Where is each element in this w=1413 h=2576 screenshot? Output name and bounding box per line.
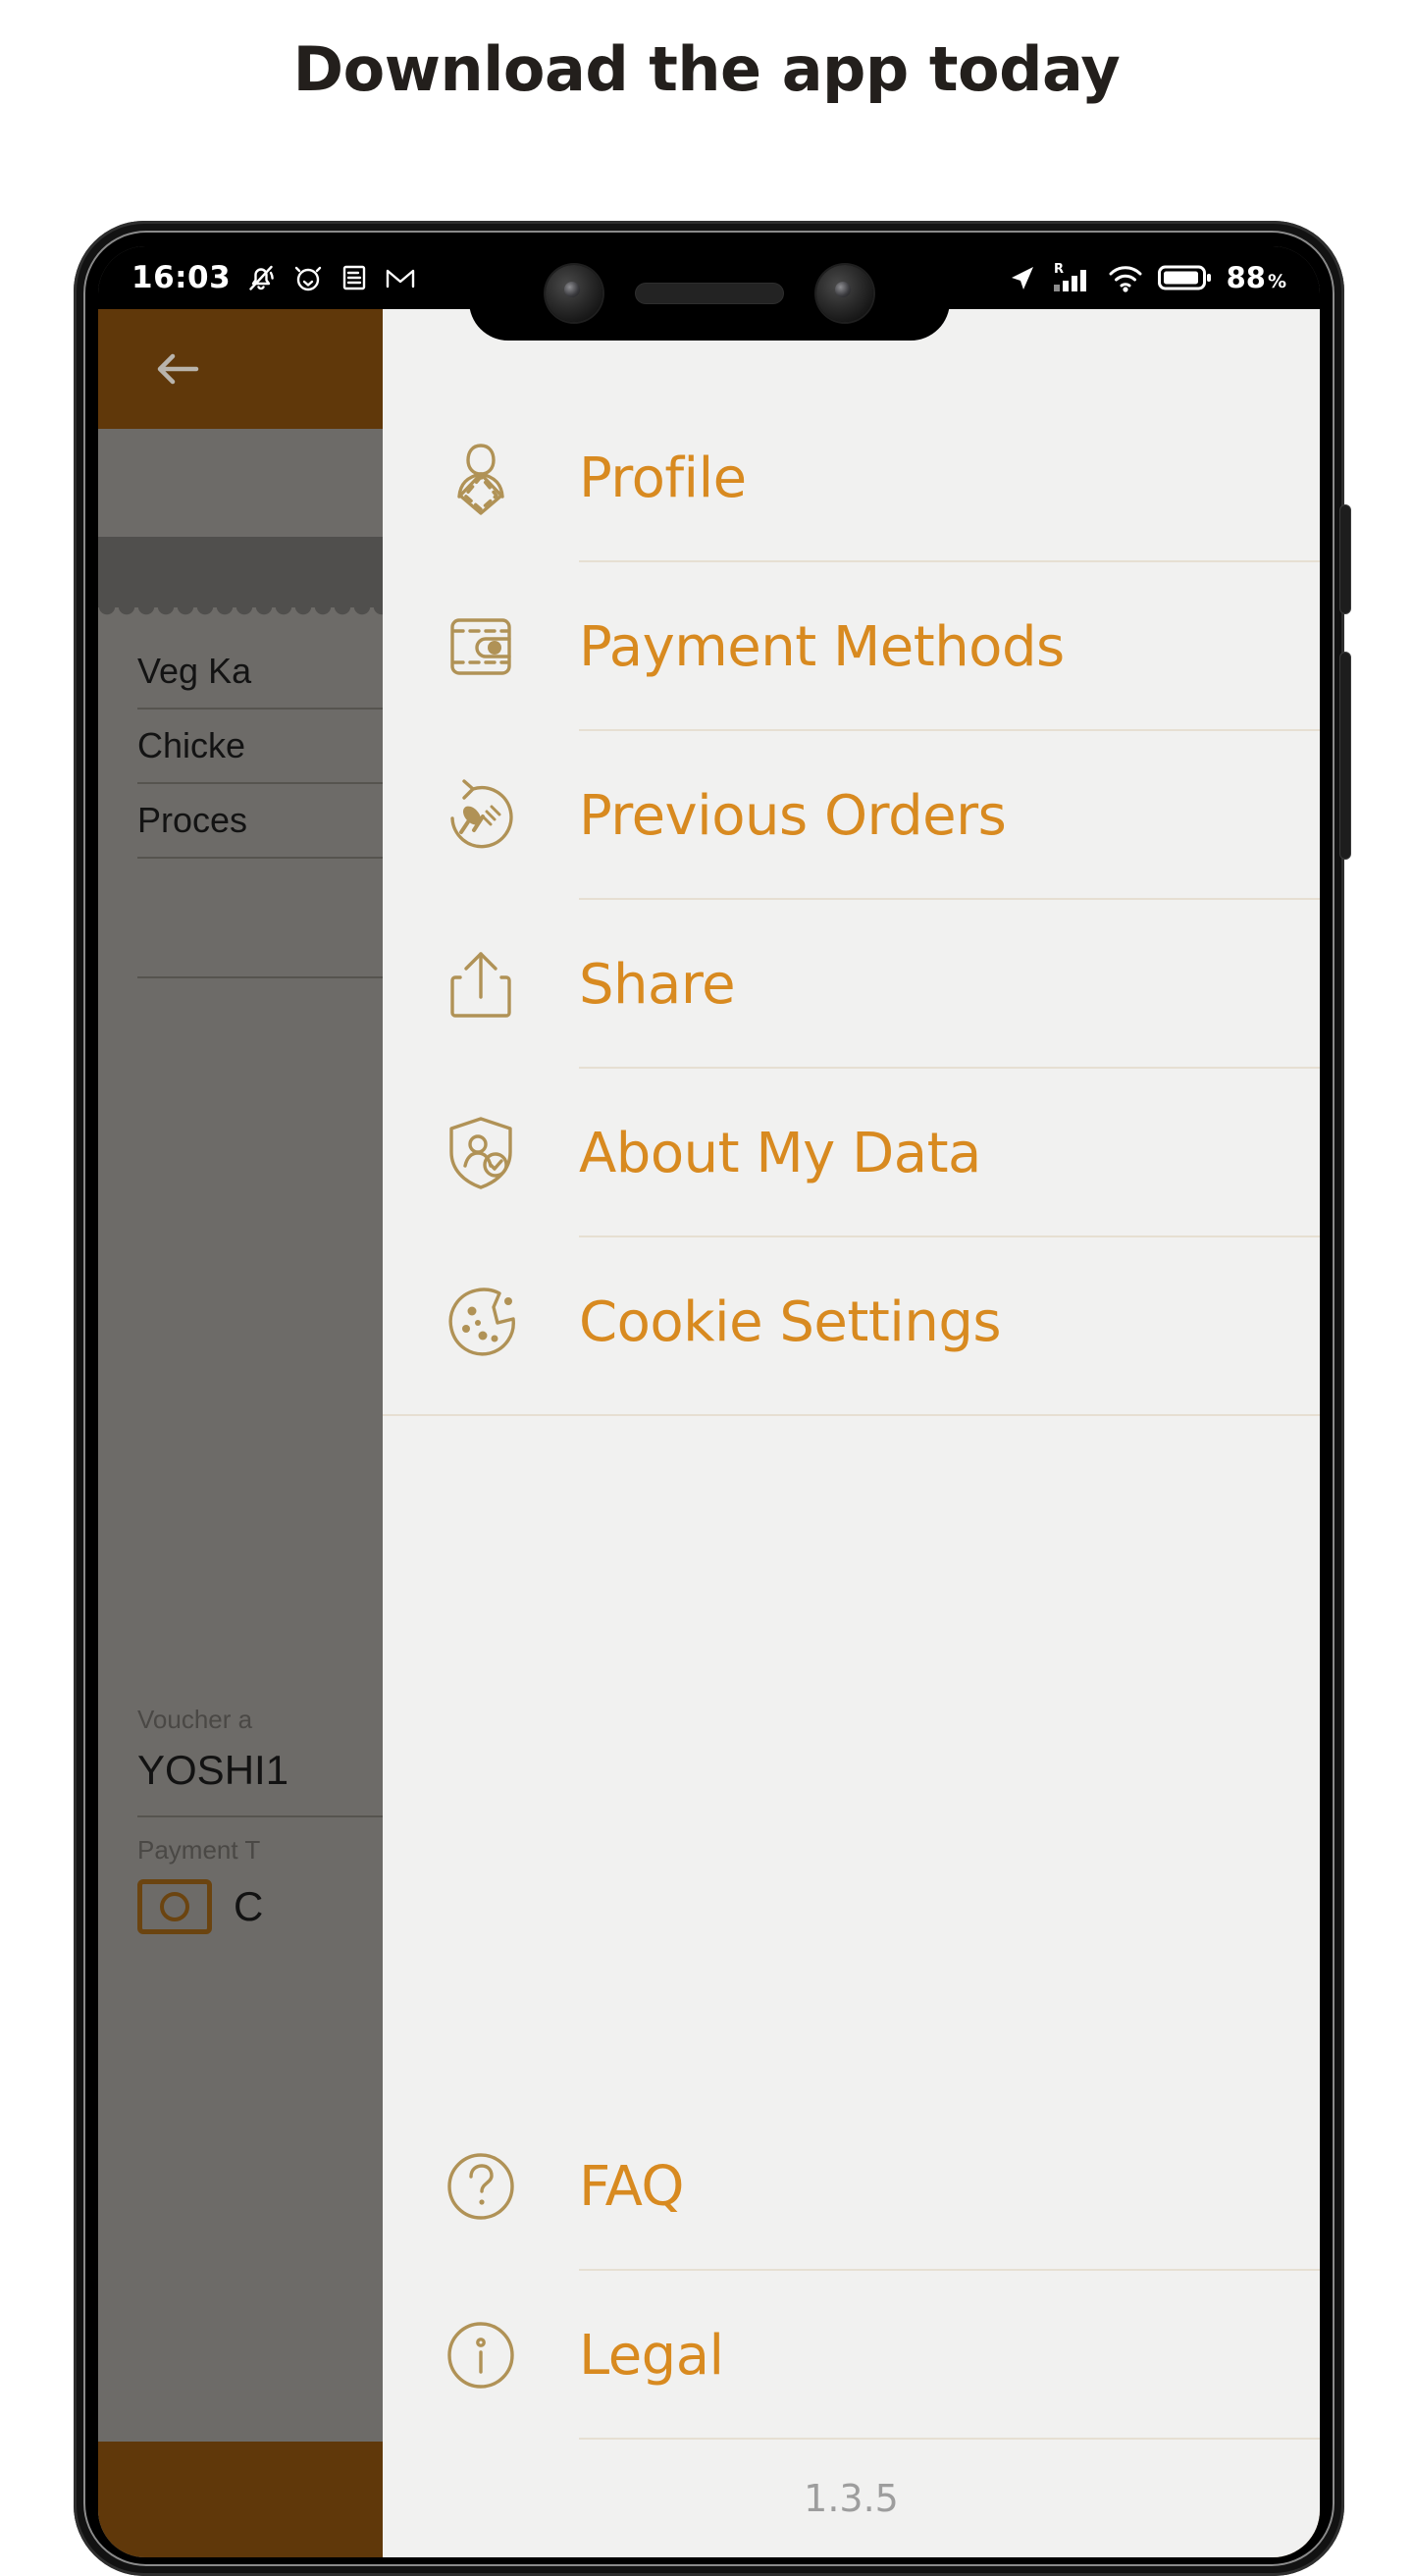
front-camera-icon bbox=[545, 265, 602, 322]
status-time: 16:03 bbox=[131, 260, 232, 295]
drawer-item-previous-orders[interactable]: Previous Orders bbox=[383, 731, 1320, 900]
wallet-icon bbox=[434, 605, 528, 689]
profile-icon bbox=[434, 436, 528, 520]
back-arrow-icon[interactable] bbox=[153, 344, 202, 394]
gmail-icon bbox=[384, 262, 417, 293]
battery-level: 88% bbox=[1226, 261, 1286, 294]
app-version: 1.3.5 bbox=[804, 2477, 899, 2520]
drawer-item-label: Profile bbox=[579, 446, 747, 510]
wifi-icon bbox=[1107, 262, 1144, 293]
status-bar-right: R 88 % bbox=[1007, 261, 1286, 294]
drawer-item-share[interactable]: Share bbox=[383, 900, 1320, 1069]
navigation-drawer: Profile Payment Methods Previous Orders … bbox=[383, 309, 1320, 2557]
order-row-label: Veg Ka bbox=[137, 651, 252, 691]
drawer-item-label: Cookie Settings bbox=[579, 1289, 1002, 1354]
status-bar-left: 16:03 bbox=[131, 260, 417, 295]
drawer-item-cookie-settings[interactable]: Cookie Settings bbox=[383, 1237, 1320, 1406]
share-icon bbox=[434, 942, 528, 1026]
bell-mute-icon bbox=[244, 261, 278, 294]
battery-percent-sign: % bbox=[1267, 271, 1286, 292]
phone-mockup: Veg Ka Chicke Proces Voucher a YOSHI1 Pa… bbox=[74, 221, 1350, 2576]
drawer-item-payment-methods[interactable]: Payment Methods bbox=[383, 562, 1320, 731]
drawer-item-label: FAQ bbox=[579, 2154, 684, 2219]
drawer-item-legal[interactable]: Legal bbox=[383, 2271, 1320, 2440]
cookie-icon bbox=[434, 1280, 528, 1364]
phone-screen: Veg Ka Chicke Proces Voucher a YOSHI1 Pa… bbox=[98, 246, 1320, 2557]
order-history-icon bbox=[434, 773, 528, 858]
location-arrow-icon bbox=[1007, 262, 1038, 293]
drawer-item-label: Legal bbox=[579, 2323, 724, 2388]
order-row-label: Proces bbox=[137, 800, 248, 840]
phone-side-button-upper[interactable] bbox=[1340, 505, 1350, 613]
drawer-item-about-my-data[interactable]: About My Data bbox=[383, 1069, 1320, 1237]
battery-icon bbox=[1157, 263, 1213, 292]
display-notch bbox=[468, 246, 950, 341]
question-circle-icon bbox=[434, 2144, 528, 2229]
shield-user-icon bbox=[434, 1111, 528, 1195]
phone-side-button-lower[interactable] bbox=[1340, 653, 1350, 859]
drawer-item-label: Share bbox=[579, 952, 736, 1017]
order-row-label: Chicke bbox=[137, 725, 246, 765]
alarm-clock-icon bbox=[291, 261, 325, 294]
drawer-item-faq[interactable]: FAQ bbox=[383, 2102, 1320, 2271]
drawer-item-profile[interactable]: Profile bbox=[383, 394, 1320, 562]
drawer-item-label: Previous Orders bbox=[579, 783, 1007, 848]
drawer-flex-spacer bbox=[383, 1416, 1320, 2102]
info-circle-icon bbox=[434, 2313, 528, 2397]
svg-text:R: R bbox=[1054, 262, 1064, 277]
drawer-item-label: About My Data bbox=[579, 1121, 981, 1185]
earpiece-speaker bbox=[635, 284, 783, 303]
drawer-item-label: Payment Methods bbox=[579, 614, 1065, 679]
payment-type-value: C bbox=[234, 1883, 264, 1929]
page-title: Download the app today bbox=[292, 32, 1121, 105]
cash-banknote-icon bbox=[137, 1879, 212, 1934]
drawer-item-divider bbox=[579, 2438, 1320, 2440]
front-camera-secondary-icon bbox=[815, 265, 873, 322]
document-icon bbox=[339, 262, 370, 293]
roaming-signal-icon: R bbox=[1052, 261, 1093, 294]
